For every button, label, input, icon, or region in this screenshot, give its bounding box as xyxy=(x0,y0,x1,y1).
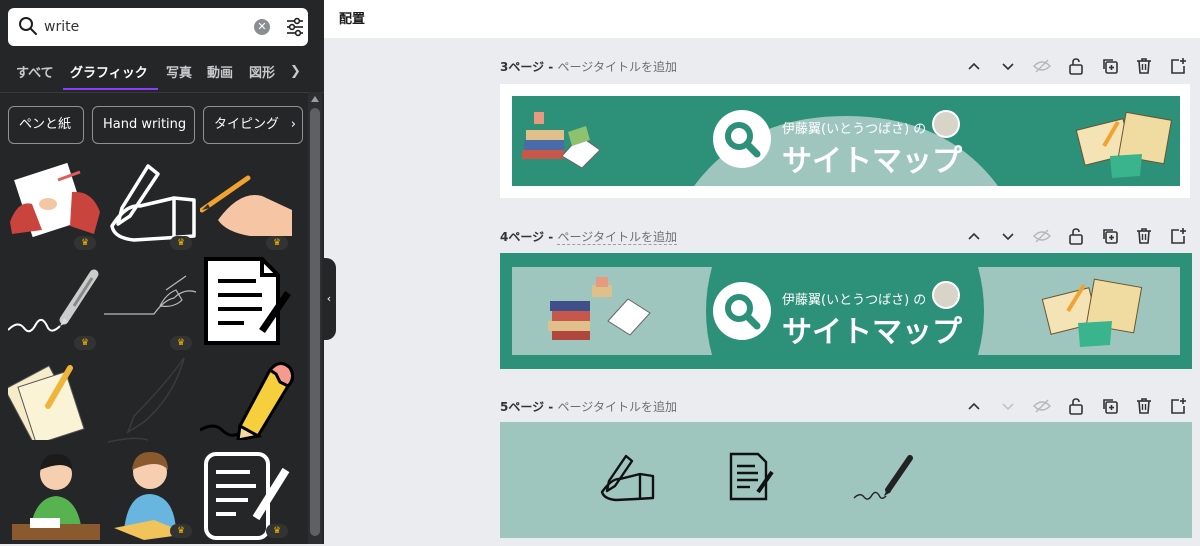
banner-author: 伊藤翼(いとうつばさ) の xyxy=(782,293,927,308)
eye-hidden-icon[interactable] xyxy=(1032,56,1052,76)
chevron-right-icon: › xyxy=(290,117,296,132)
page-number: 3ページ xyxy=(500,60,545,74)
page-4-canvas[interactable]: 伊藤翼(いとうつばさ) の サイトマップ xyxy=(500,253,1192,369)
banner-author: 伊藤翼(いとうつばさ) の xyxy=(782,122,927,137)
graphic-fountain-pen-signature[interactable]: ♛ xyxy=(7,260,102,354)
search-icon xyxy=(18,16,38,40)
tab-graphics[interactable]: グラフィック xyxy=(70,62,148,81)
crown-icon: ♛ xyxy=(170,236,192,250)
page-3-canvas[interactable]: 伊藤翼(いとうつばさ) の サイトマップ xyxy=(500,84,1190,198)
chip-pen-paper[interactable]: ペンと紙 xyxy=(8,106,84,144)
banner-heading: サイトマップ xyxy=(782,144,962,179)
page-5-canvas[interactable] xyxy=(500,422,1192,538)
page-separator: - xyxy=(544,230,558,244)
graphic-papers-pencil[interactable] xyxy=(4,356,102,450)
collapse-panel-button[interactable]: ‹ xyxy=(322,258,336,340)
chevron-down-icon[interactable] xyxy=(998,396,1018,416)
page-5-header: 5ページ - ページタイトルを追加 xyxy=(500,396,1190,416)
lock-icon[interactable] xyxy=(1066,56,1086,76)
tab-photos[interactable]: 写真 xyxy=(166,62,192,81)
page-number: 5ページ xyxy=(500,400,545,414)
page-title-input[interactable]: ページタイトルを追加 xyxy=(557,60,677,74)
fountain-pen-signature-icon[interactable] xyxy=(852,452,916,506)
graphic-hands-writing-paper[interactable]: ♛ xyxy=(8,160,102,254)
page-title: 配置 xyxy=(339,12,366,27)
crown-icon: ♛ xyxy=(266,236,288,250)
chevron-right-icon[interactable]: ❯ xyxy=(290,64,301,79)
trash-icon[interactable] xyxy=(1134,226,1154,246)
graphic-pencil-cartoon[interactable] xyxy=(199,356,295,450)
scroll-up-icon[interactable] xyxy=(311,96,319,102)
sitemap-banner: 伊藤翼(いとうつばさ) の サイトマップ xyxy=(512,96,1180,186)
tab-all[interactable]: すべて xyxy=(16,62,54,81)
trash-icon[interactable] xyxy=(1134,56,1154,76)
chevron-down-icon[interactable] xyxy=(998,56,1018,76)
search-input[interactable] xyxy=(44,16,244,38)
magnifier-logo-icon xyxy=(713,110,771,168)
crown-icon: ♛ xyxy=(74,236,96,250)
search-bar: ✕ xyxy=(8,8,308,46)
divider xyxy=(0,92,324,93)
duplicate-icon[interactable] xyxy=(1100,226,1120,246)
eye-hidden-icon[interactable] xyxy=(1032,396,1052,416)
crown-icon: ♛ xyxy=(266,524,288,538)
chip-typing-label: タイピング xyxy=(214,117,280,132)
left-panel: ✕ すべて グラフィック 写真 動画 図形 ❯ ペンと紙 Hand writin… xyxy=(0,0,324,544)
eye-hidden-icon[interactable] xyxy=(1032,226,1052,246)
lock-icon[interactable] xyxy=(1066,396,1086,416)
top-bar: 配置 xyxy=(324,0,1200,38)
add-page-icon[interactable] xyxy=(1168,396,1188,416)
duplicate-icon[interactable] xyxy=(1100,396,1120,416)
add-page-icon[interactable] xyxy=(1168,56,1188,76)
scrollbar-thumb[interactable] xyxy=(310,108,320,536)
tab-shapes[interactable]: 図形 xyxy=(249,62,275,81)
filter-icon[interactable] xyxy=(285,17,305,41)
page-4-header: 4ページ - ページタイトルを追加 xyxy=(500,226,1190,246)
cat-avatar-icon xyxy=(932,110,960,138)
chevron-up-icon[interactable] xyxy=(964,226,984,246)
page-separator: - xyxy=(544,60,558,74)
add-page-icon[interactable] xyxy=(1168,226,1188,246)
active-tab-indicator xyxy=(63,88,158,90)
graphic-quill-outline[interactable] xyxy=(104,356,198,450)
page-title-input[interactable]: ページタイトルを追加 xyxy=(557,230,677,245)
lock-icon[interactable] xyxy=(1066,226,1086,246)
tab-videos[interactable]: 動画 xyxy=(207,62,233,81)
duplicate-icon[interactable] xyxy=(1100,56,1120,76)
clear-icon[interactable]: ✕ xyxy=(254,19,270,35)
chevron-down-icon[interactable] xyxy=(998,226,1018,246)
crown-icon: ♛ xyxy=(170,524,192,538)
crown-icon: ♛ xyxy=(170,336,192,350)
page-3-label: 3ページ - ページタイトルを追加 xyxy=(500,58,677,75)
page-number: 4ページ xyxy=(500,230,545,244)
graphic-boy-writing-green[interactable] xyxy=(8,448,102,542)
graphic-hand-pen-outline[interactable]: ♛ xyxy=(104,160,198,254)
chip-typing[interactable]: タイピング › xyxy=(203,106,303,144)
document-pen-icon[interactable] xyxy=(728,452,774,506)
hand-pen-outline-icon[interactable] xyxy=(598,452,656,506)
graphic-line-hand-writing[interactable]: ♛ xyxy=(104,260,198,354)
page-3-header: 3ページ - ページタイトルを追加 xyxy=(500,56,1190,76)
page-4-label: 4ページ - ページタイトルを追加 xyxy=(500,228,677,245)
magnifier-logo-icon xyxy=(713,282,771,340)
page-title-input[interactable]: ページタイトルを追加 xyxy=(557,400,677,414)
chevron-up-icon[interactable] xyxy=(964,396,984,416)
chip-hand-writing[interactable]: Hand writing xyxy=(92,106,195,144)
graphic-notepad-pen-outline[interactable]: ♛ xyxy=(200,448,294,542)
chevron-up-icon[interactable] xyxy=(964,56,984,76)
category-tabs: すべて グラフィック 写真 動画 図形 xyxy=(16,62,308,84)
banner-heading: サイトマップ xyxy=(782,315,962,350)
page-separator: - xyxy=(544,400,558,414)
graphic-hand-pencil[interactable]: ♛ xyxy=(199,160,294,254)
trash-icon[interactable] xyxy=(1134,396,1154,416)
cat-avatar-icon xyxy=(932,281,960,309)
graphic-document-pen[interactable] xyxy=(200,255,294,349)
graphic-boy-writing-blue[interactable]: ♛ xyxy=(104,448,198,542)
page-5-label: 5ページ - ページタイトルを追加 xyxy=(500,398,677,415)
crown-icon: ♛ xyxy=(74,336,96,350)
